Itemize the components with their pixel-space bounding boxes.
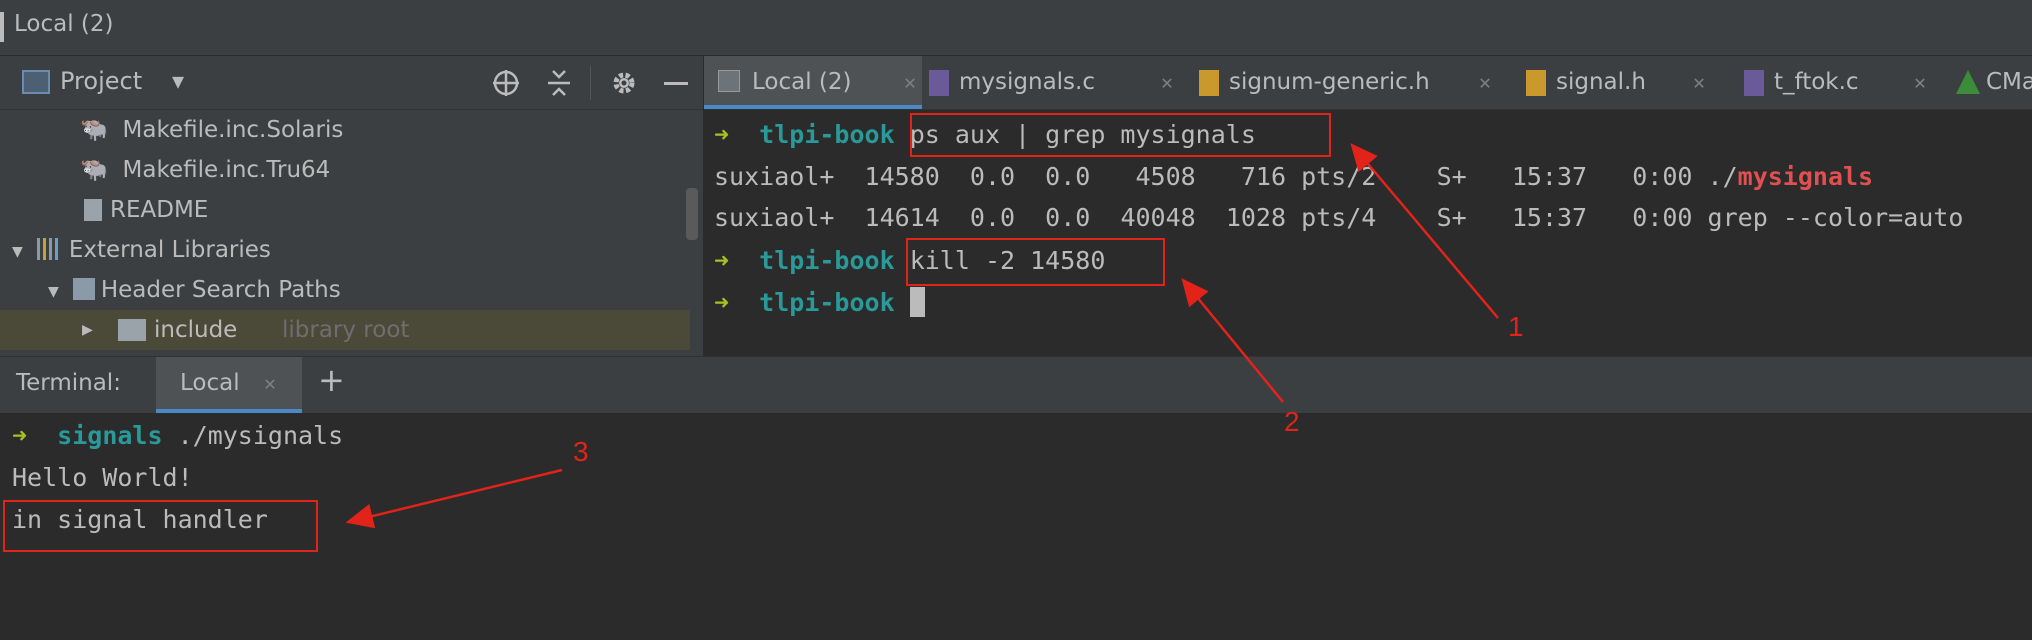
- tab-label: mysignals.c: [959, 69, 1095, 95]
- tree-item-label: Makefile.inc.Tru64: [122, 157, 331, 183]
- tab-signal-h[interactable]: signal.h ✕: [1526, 56, 1706, 109]
- tab-label: Local (2): [752, 69, 852, 95]
- h-file-icon: [1526, 70, 1546, 96]
- terminal-toolwindow-bar: Terminal: Local ✕ +: [0, 356, 2032, 414]
- terminal-line: suxiaol+ 14580 0.0 0.0 4508 716 pts/2 S+…: [714, 162, 1874, 191]
- terminal-line: ➜ tlpi-book: [714, 283, 925, 323]
- expand-arrow-icon[interactable]: ▼: [48, 281, 59, 302]
- terminal-icon: [718, 70, 740, 92]
- tree-item-label: include: [154, 317, 238, 343]
- close-icon[interactable]: ✕: [904, 56, 916, 109]
- annotation-number-2: 2: [1284, 406, 1300, 437]
- tab-label: signum-generic.h: [1229, 69, 1430, 95]
- tab-label: CMa: [1986, 69, 2032, 95]
- collapse-all-icon[interactable]: [545, 68, 573, 98]
- annotation-number-3: 3: [573, 436, 589, 467]
- tree-item[interactable]: ▼ Header Search Paths: [48, 270, 341, 310]
- tab-t-ftok-c[interactable]: t_ftok.c ✕: [1744, 56, 1944, 109]
- tree-item[interactable]: 🐃 Makefile.inc.Tru64: [80, 150, 330, 190]
- terminal-tab-local[interactable]: Local ✕: [156, 357, 302, 413]
- tab-label: signal.h: [1556, 69, 1646, 95]
- close-icon[interactable]: ✕: [1693, 56, 1705, 109]
- cmake-icon: [1956, 70, 1980, 94]
- makefile-icon: 🐃: [80, 157, 109, 183]
- tree-item-label: README: [110, 197, 209, 223]
- annotation-box-1: [910, 113, 1331, 157]
- window-titlebar: Local (2): [0, 0, 2032, 56]
- tab-local-2[interactable]: Local (2) ✕: [704, 56, 922, 109]
- project-toolwindow-header: Project ▼: [0, 56, 703, 110]
- terminal-cursor: [909, 287, 925, 317]
- makefile-icon: 🐃: [80, 117, 109, 143]
- editor-tab-bar: Local (2) ✕ mysignals.c ✕ signum-generic…: [704, 56, 2032, 110]
- tree-item-selected[interactable]: ▶ include library root: [0, 310, 690, 350]
- terminal-line: Hello World!: [12, 463, 193, 492]
- tree-item[interactable]: 🐃 Makefile.inc.Solaris: [80, 110, 343, 150]
- dropdown-caret-icon[interactable]: ▼: [172, 69, 184, 93]
- tab-label: t_ftok.c: [1774, 69, 1859, 95]
- locate-icon[interactable]: [492, 69, 520, 97]
- h-file-icon: [1199, 70, 1219, 96]
- annotation-box-3: [3, 500, 318, 552]
- annotation-box-2: [906, 238, 1165, 286]
- close-icon[interactable]: ✕: [1914, 56, 1926, 109]
- tree-item-label: External Libraries: [68, 237, 271, 263]
- titlebar-edge: [0, 12, 4, 42]
- close-icon[interactable]: ✕: [1161, 56, 1173, 109]
- tree-item[interactable]: ▼ External Libraries: [12, 230, 271, 270]
- tab-cmake[interactable]: CMa: [1956, 56, 2032, 109]
- header-paths-icon: [72, 278, 95, 300]
- terminal-line: suxiaol+ 14614 0.0 0.0 40048 1028 pts/4 …: [714, 203, 1964, 232]
- project-tree: 🐃 Makefile.inc.Solaris 🐃 Makefile.inc.Tr…: [0, 110, 703, 356]
- terminal-line: ➜ signals ./mysignals: [12, 421, 344, 450]
- terminal-tab-label: Local: [180, 370, 240, 396]
- folder-icon: [118, 319, 146, 341]
- scrollbar-thumb[interactable]: [686, 188, 698, 240]
- c-file-icon: [929, 70, 949, 96]
- tree-item-label: Header Search Paths: [100, 277, 341, 303]
- window-title: Local (2): [14, 11, 114, 37]
- project-view-icon: [22, 70, 50, 94]
- gear-icon[interactable]: [609, 68, 639, 98]
- close-icon[interactable]: ✕: [1479, 56, 1491, 109]
- tree-item-hint: library root: [282, 317, 410, 343]
- minimize-icon[interactable]: [664, 82, 688, 85]
- c-file-icon: [1744, 70, 1764, 96]
- collapse-arrow-icon[interactable]: ▶: [82, 310, 93, 350]
- toolbar-divider: [590, 66, 591, 100]
- tree-item[interactable]: README: [84, 190, 208, 230]
- tab-signum-generic-h[interactable]: signum-generic.h ✕: [1199, 56, 1499, 109]
- tree-item-label: Makefile.inc.Solaris: [122, 117, 344, 143]
- tab-mysignals-c[interactable]: mysignals.c ✕: [929, 56, 1179, 109]
- annotation-number-1: 1: [1508, 311, 1524, 342]
- close-icon[interactable]: ✕: [264, 371, 276, 395]
- expand-arrow-icon[interactable]: ▼: [12, 241, 23, 262]
- terminal-output-top[interactable]: ➜ tlpi-book ps aux | grep mysignals suxi…: [704, 110, 2032, 356]
- terminal-label: Terminal:: [16, 370, 121, 396]
- library-icon: [36, 238, 63, 260]
- project-view-label[interactable]: Project: [60, 67, 142, 95]
- new-terminal-tab-button[interactable]: +: [318, 361, 345, 399]
- text-file-icon: [84, 199, 102, 221]
